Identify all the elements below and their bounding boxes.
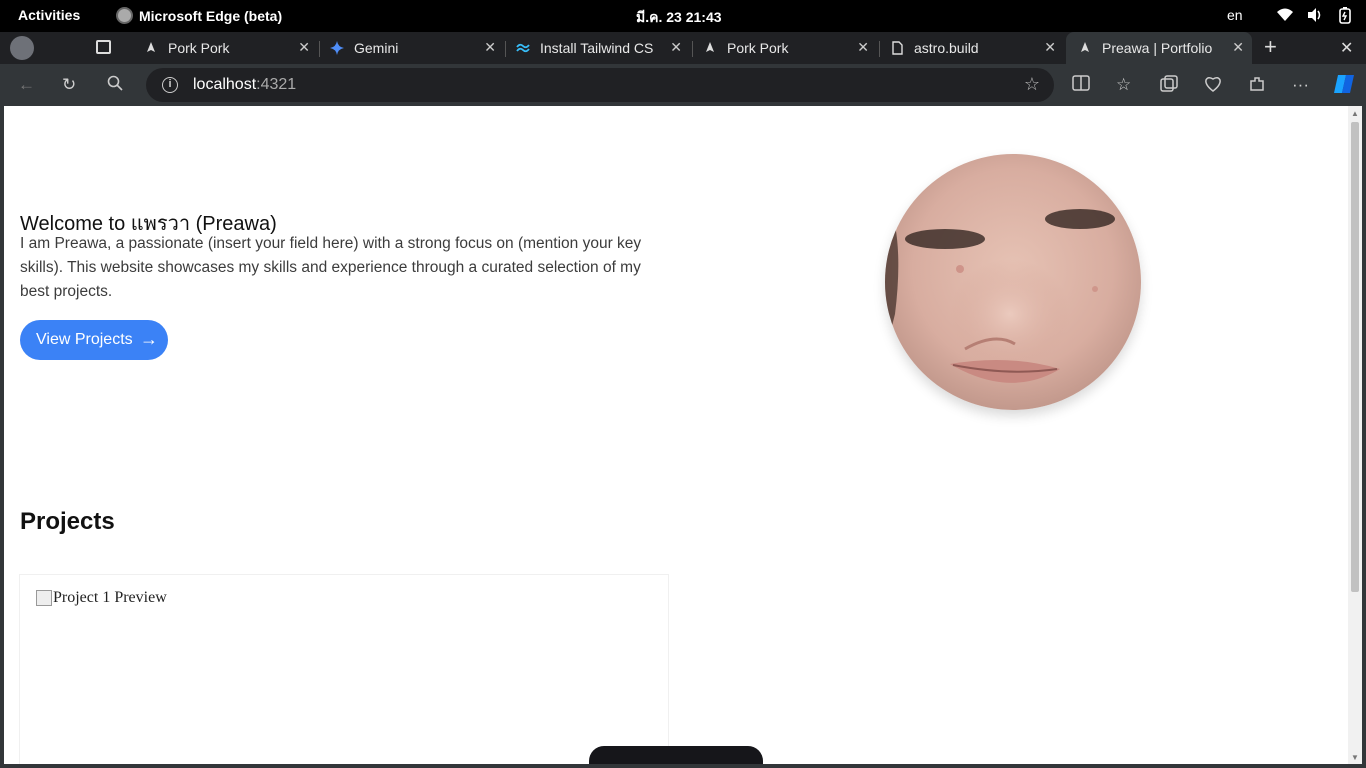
activities-button[interactable]: Activities (18, 7, 80, 23)
wifi-icon (1276, 6, 1294, 24)
new-tab-button[interactable]: + (1264, 36, 1277, 58)
button-label: View Projects (36, 331, 133, 348)
clock[interactable]: มี.ค. 23 21:43 (636, 7, 722, 29)
volume-icon (1306, 6, 1324, 24)
tab-tailwind[interactable]: Install Tailwind CS ✕ (510, 32, 690, 64)
window-close-icon[interactable]: ✕ (1340, 38, 1353, 58)
scrollbar-thumb[interactable] (1351, 122, 1359, 592)
document-favicon-icon (890, 41, 904, 55)
page-viewport: Welcome to แพรวา (Preawa) I am Preawa, a… (4, 106, 1348, 764)
app-name: Microsoft Edge (beta) (139, 7, 283, 24)
project-preview-image: Project 1 Preview (36, 589, 167, 607)
keyboard-layout-indicator[interactable]: en (1227, 7, 1243, 23)
tab-title: Install Tailwind CS (540, 40, 654, 56)
close-tab-icon[interactable]: ✕ (1044, 39, 1056, 56)
close-tab-icon[interactable]: ✕ (857, 39, 869, 56)
tab-title: Pork Pork (168, 40, 230, 56)
astro-dev-toolbar[interactable] (589, 746, 763, 764)
search-icon[interactable] (107, 75, 123, 96)
close-tab-icon[interactable]: ✕ (1232, 39, 1244, 56)
scroll-down-icon[interactable]: ▼ (1351, 753, 1359, 762)
extensions-icon[interactable] (1248, 75, 1266, 98)
arrow-right-icon: → (140, 329, 158, 349)
gemini-sparkle-icon (330, 41, 344, 55)
close-tab-icon[interactable]: ✕ (298, 39, 310, 56)
profile-photo (885, 154, 1141, 410)
system-tray[interactable] (1276, 6, 1354, 24)
system-top-bar: Activities Microsoft Edge (beta) มี.ค. 2… (0, 0, 1366, 32)
close-tab-icon[interactable]: ✕ (670, 39, 682, 56)
app-menu[interactable]: Microsoft Edge (beta) (116, 7, 282, 24)
projects-heading: Projects (20, 508, 115, 535)
vertical-scrollbar[interactable]: ▲ ▼ (1348, 106, 1362, 764)
tab-pork-pork-2[interactable]: Pork Pork ✕ (697, 32, 877, 64)
back-icon[interactable]: ← (18, 75, 35, 95)
tab-title: Preawa | Portfolio (1102, 40, 1213, 56)
tab-title: Gemini (354, 40, 399, 56)
close-tab-icon[interactable]: ✕ (484, 39, 496, 56)
reload-icon[interactable]: ↻ (62, 75, 76, 95)
astro-favicon-icon (703, 41, 717, 55)
tailwind-favicon-icon (516, 41, 530, 55)
tab-actions-icon[interactable] (96, 40, 111, 54)
copilot-icon[interactable] (1332, 72, 1356, 101)
more-menu-icon[interactable]: ··· (1292, 75, 1309, 95)
favorite-star-icon[interactable]: ☆ (1024, 74, 1040, 95)
collections-icon[interactable] (1160, 75, 1178, 98)
project-card[interactable]: Project 1 Preview (19, 574, 669, 764)
tab-preawa-portfolio[interactable]: Preawa | Portfolio ✕ (1066, 32, 1252, 64)
split-screen-icon[interactable] (1072, 75, 1090, 96)
tab-title: Pork Pork (727, 40, 789, 56)
browser-toolbar: ← ↻ i localhost:4321 ☆ ☆ ··· (0, 64, 1366, 106)
image-alt-text: Project 1 Preview (53, 589, 167, 606)
browser-essentials-icon[interactable] (1204, 75, 1222, 98)
favorites-icon[interactable]: ☆ (1116, 75, 1131, 95)
hero-description: I am Preawa, a passionate (insert your f… (20, 235, 642, 300)
address-bar[interactable]: i localhost:4321 ☆ (146, 68, 1054, 102)
tab-gemini[interactable]: Gemini ✕ (324, 32, 504, 64)
tab-title: astro.build (914, 40, 979, 56)
edge-app-icon (116, 7, 133, 24)
profile-avatar[interactable] (10, 36, 34, 60)
tab-strip: Pork Pork ✕ Gemini ✕ Install Tailwind CS… (0, 32, 1366, 64)
site-info-icon[interactable]: i (162, 77, 178, 93)
astro-favicon-icon (1078, 41, 1092, 55)
battery-icon (1336, 6, 1354, 24)
tab-pork-pork-1[interactable]: Pork Pork ✕ (138, 32, 318, 64)
view-projects-button[interactable]: View Projects → (20, 320, 168, 360)
astro-favicon-icon (144, 41, 158, 55)
url-text[interactable]: localhost:4321 (193, 76, 296, 94)
broken-image-icon (36, 590, 52, 606)
tab-astro-build[interactable]: astro.build ✕ (884, 32, 1064, 64)
scroll-up-icon[interactable]: ▲ (1351, 109, 1359, 118)
